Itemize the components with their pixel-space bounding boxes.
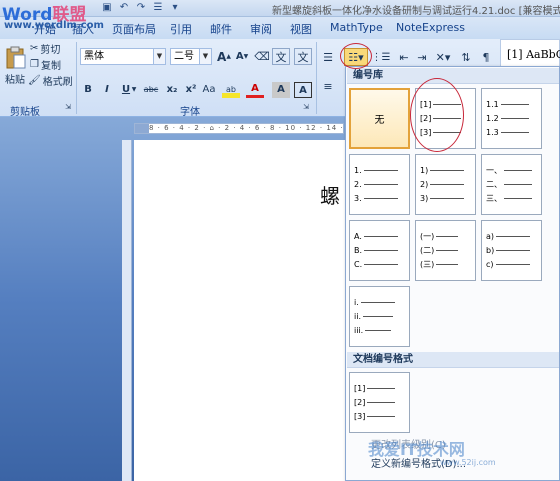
multilevel-list-icon[interactable]: ⋮☰ [372, 50, 391, 64]
tab-noteexpress[interactable]: NoteExpress [396, 21, 465, 34]
numbering-option-decimal-sub[interactable]: 1.1 1.2 1.3 [481, 88, 542, 149]
tab-mailings[interactable]: 邮件 [210, 21, 232, 37]
numbering-option-chinese-paren[interactable]: (一) (二) (三) [415, 220, 476, 281]
char-border-button[interactable]: A [294, 82, 312, 98]
annotation-circle-numbering [340, 43, 372, 69]
style-preview: [1] AaBbC [507, 48, 560, 61]
sort-icon[interactable]: ⇅ [458, 50, 474, 64]
phonetic-guide-button[interactable]: 文 [272, 48, 290, 65]
window-title: 新型螺旋斜板一体化净水设备研制与调试运行4.21.doc [兼容模式] - M [272, 6, 560, 17]
annotation-circle-format [410, 78, 464, 152]
chevron-down-icon: ▼ [153, 49, 165, 64]
cut-button[interactable]: ✂ 剪切 [30, 42, 60, 56]
change-case-button[interactable]: Aa [200, 82, 218, 98]
chinese-layout-icon[interactable]: ✕▾ [432, 50, 454, 64]
char-shading-button[interactable]: A [272, 82, 290, 98]
bold-button[interactable]: B [80, 82, 96, 98]
chevron-down-icon[interactable]: ▼ [130, 82, 138, 98]
redo-icon[interactable]: ↷ [134, 1, 148, 14]
tab-page-layout[interactable]: 页面布局 [112, 21, 156, 37]
horizontal-ruler: 8 · 6 · 4 · 2 · ⌂ · 2 · 4 · 6 · 8 · 10 ·… [134, 123, 344, 134]
enclose-char-button[interactable]: 文 [294, 48, 312, 65]
numbering-library-header: 编号库 [347, 68, 559, 84]
clipboard-group-label: 剪贴板 [10, 107, 40, 118]
numbering-option-upper-alpha[interactable]: A. B. C. [349, 220, 410, 281]
show-marks-icon[interactable]: ¶ [478, 50, 494, 64]
quick-access-toolbar: ▣ ↶ ↷ ☰ ▾ [100, 1, 182, 14]
paste-button[interactable]: 粘贴 [0, 72, 30, 86]
document-page[interactable] [134, 140, 349, 481]
numbering-option-lower-alpha[interactable]: a) b) c) [481, 220, 542, 281]
superscript-button[interactable]: x² [182, 82, 200, 98]
font-group-label: 字体 [180, 107, 200, 118]
document-formats-header: 文档编号格式 [347, 352, 559, 368]
decrease-indent-icon[interactable]: ⇤ [396, 50, 412, 64]
paste-icon[interactable] [2, 45, 30, 71]
copy-button[interactable]: ❐ 复制 [30, 58, 61, 72]
wordlm-url: www.wordlm.com [4, 20, 104, 31]
watermark-52ij: 我爱IT技术网 [368, 440, 465, 459]
grow-font-button[interactable]: A ▲ [216, 48, 232, 65]
clear-format-icon[interactable]: ⌫ [254, 48, 270, 65]
strikethrough-button[interactable]: abc [140, 82, 162, 98]
bullets-icon[interactable]: ☰ [320, 50, 336, 64]
numbering-option-none[interactable]: 无 [349, 88, 410, 149]
brush-icon: 🖌 [28, 74, 41, 86]
align-left-icon[interactable]: ≡ [320, 79, 336, 93]
tab-review[interactable]: 审阅 [250, 21, 272, 37]
shrink-font-button[interactable]: A ▼ [234, 48, 250, 65]
tab-mathtype[interactable]: MathType [330, 21, 383, 34]
font-color-button[interactable]: A [246, 82, 264, 98]
numbering-option-chinese[interactable]: 一、 二、 三、 [481, 154, 542, 215]
list-icon[interactable]: ☰ [151, 1, 165, 14]
format-painter-button[interactable]: 🖌 格式刷 [28, 74, 73, 88]
italic-button[interactable]: I [99, 82, 115, 98]
group-separator [76, 42, 77, 114]
save-icon[interactable]: ▣ [100, 1, 114, 14]
highlight-button[interactable]: ab [222, 82, 240, 98]
font-size-select[interactable]: 二号 ▼ [170, 48, 212, 65]
subscript-button[interactable]: x₂ [163, 82, 181, 98]
scissors-icon: ✂ [30, 42, 39, 54]
numbering-option-lower-roman[interactable]: i. ii. iii. [349, 286, 410, 347]
numbering-option-decimal-paren[interactable]: 1) 2) 3) [415, 154, 476, 215]
undo-icon[interactable]: ↶ [117, 1, 131, 14]
increase-indent-icon[interactable]: ⇥ [414, 50, 430, 64]
group-separator [316, 42, 317, 114]
tab-view[interactable]: 视图 [290, 21, 312, 37]
chevron-down-icon: ▼ [199, 49, 211, 64]
tab-references[interactable]: 引用 [170, 21, 192, 37]
watermark-52ij-url: www.52ij.com [440, 458, 496, 467]
vertical-ruler [122, 140, 132, 481]
dialog-launcher-icon[interactable]: ⇲ [302, 103, 310, 111]
numbering-option-decimal-dot[interactable]: 1. 2. 3. [349, 154, 410, 215]
document-text: 螺 [320, 184, 340, 208]
doc-format-bracket[interactable]: [1] [2] [3] [349, 372, 410, 433]
dialog-launcher-icon[interactable]: ⇲ [64, 103, 72, 111]
font-family-select[interactable]: 黑体 ▼ [80, 48, 166, 65]
style-gallery[interactable]: [1] AaBbC [500, 39, 560, 69]
chevron-down-icon[interactable]: ▾ [168, 1, 182, 14]
copy-icon: ❐ [30, 58, 39, 70]
